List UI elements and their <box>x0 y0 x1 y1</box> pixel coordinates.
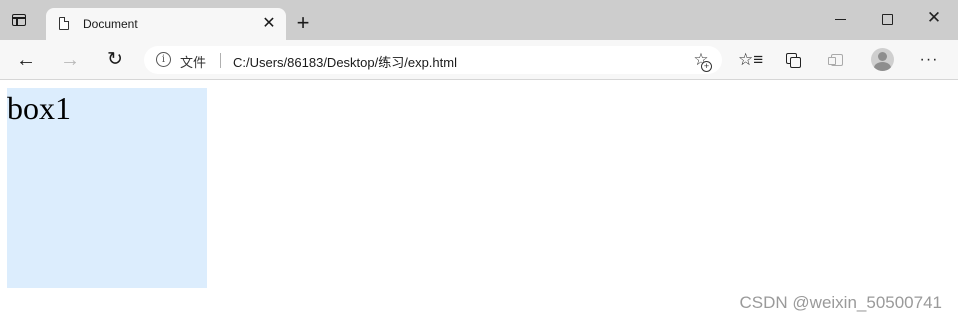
scheme-label: 文件 <box>180 55 207 70</box>
tab-actions-icon[interactable] <box>12 14 26 26</box>
favorites-icon[interactable]: ☆≡ <box>738 49 763 71</box>
refresh-button[interactable]: ↻ <box>103 48 127 72</box>
tab-close-icon[interactable]: ✕ <box>260 15 278 33</box>
more-options-icon[interactable]: ··· <box>918 49 940 71</box>
collections-icon[interactable] <box>782 49 804 71</box>
back-button[interactable]: ← <box>14 48 38 72</box>
new-tab-button[interactable]: + <box>292 12 314 34</box>
title-bar: Document ✕ + ✕ <box>0 0 958 40</box>
watermark: CSDN @weixin_50500741 <box>739 293 942 312</box>
browser-toolbar: ← → ↻ i 文件 C:/Users/86183/Desktop/练习/exp… <box>0 40 958 80</box>
add-favorite-icon[interactable]: ☆ <box>691 50 712 72</box>
share-icon[interactable] <box>826 49 848 71</box>
tab-document[interactable]: Document ✕ <box>46 8 286 40</box>
document-icon <box>59 16 70 30</box>
box1-label: box1 <box>7 90 71 126</box>
address-bar[interactable]: i 文件 C:/Users/86183/Desktop/练习/exp.html … <box>144 46 722 74</box>
info-icon[interactable]: i <box>156 52 171 67</box>
page-viewport: box1 CSDN @weixin_50500741 <box>0 80 958 322</box>
window-close-button[interactable]: ✕ <box>926 9 942 26</box>
forward-button[interactable]: → <box>58 48 82 72</box>
address-divider <box>220 53 221 68</box>
minimize-button[interactable] <box>835 12 849 26</box>
maximize-button[interactable] <box>882 14 893 25</box>
profile-avatar[interactable] <box>871 48 894 71</box>
url-text[interactable]: C:/Users/86183/Desktop/练习/exp.html <box>233 52 457 71</box>
tab-title: Document <box>83 17 138 31</box>
box1: box1 <box>7 88 207 288</box>
